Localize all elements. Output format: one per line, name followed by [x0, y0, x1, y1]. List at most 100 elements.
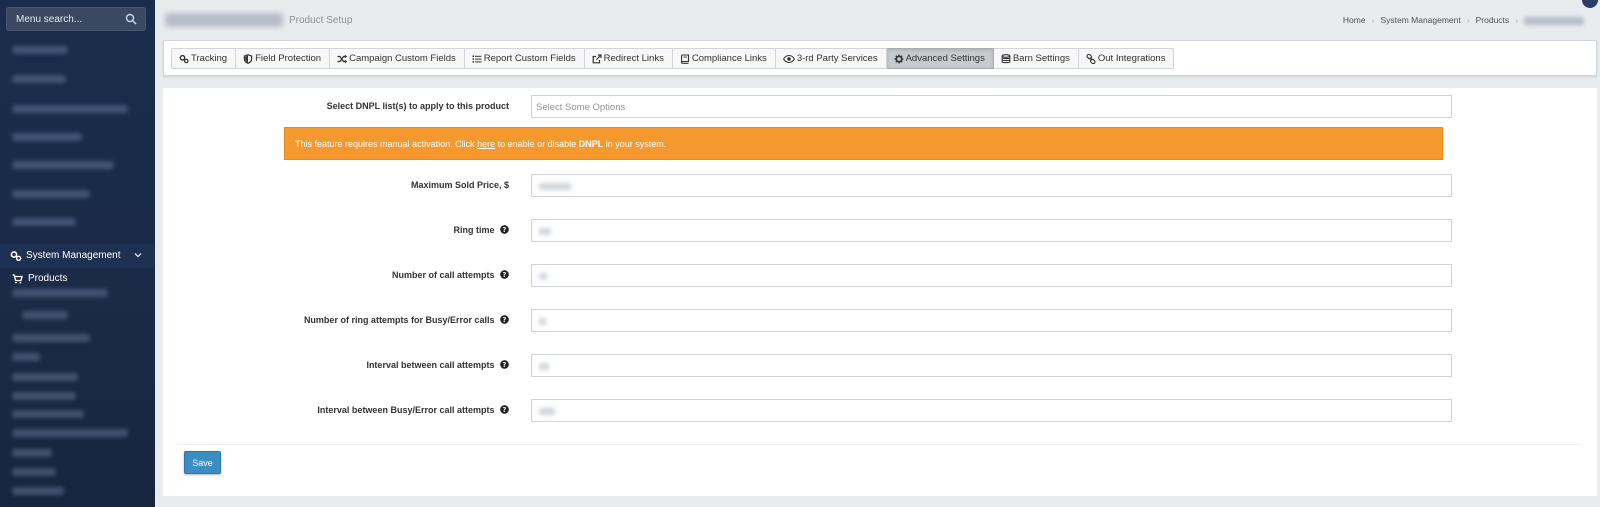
ring-attempts-busy-label: Number of ring attempts for Busy/Error c… — [304, 315, 509, 325]
book-icon — [680, 54, 689, 64]
tab-label: Advanced Settings — [905, 53, 985, 64]
link-icon — [1086, 54, 1096, 64]
help-icon[interactable]: ? — [500, 225, 509, 234]
tab-report-custom-fields[interactable]: Report Custom Fields — [464, 48, 585, 69]
shuffle-icon — [337, 54, 348, 64]
help-icon[interactable]: ? — [500, 405, 509, 414]
sidebar: Menu search... System Management Product… — [0, 0, 155, 507]
sidebar-subitem-blurred[interactable] — [12, 429, 128, 437]
blurred-value — [539, 273, 547, 280]
label-text: Number of call attempts — [391, 270, 495, 280]
form-divider — [177, 444, 1582, 445]
svg-text:?: ? — [503, 271, 507, 279]
tab-field-protection[interactable]: Field Protection — [236, 48, 331, 69]
advanced-settings-form: Select DNPL list(s) to apply to this pro… — [163, 88, 1597, 496]
tab-label: 3-rd Party Services — [796, 53, 878, 64]
help-icon[interactable]: ? — [500, 360, 509, 369]
sidebar-subitem-blurred[interactable] — [12, 289, 108, 297]
sidebar-item-blurred[interactable] — [12, 161, 114, 169]
breadcrumb-products[interactable]: Products — [1476, 15, 1510, 25]
user-avatar[interactable] — [1582, 0, 1598, 8]
tab-tracking[interactable]: Tracking — [171, 48, 237, 69]
page-title-blurred — [165, 13, 283, 27]
sidebar-item-system-management[interactable]: System Management — [0, 244, 155, 268]
breadcrumb: Home › System Management › Products › — [1343, 15, 1584, 25]
sidebar-subitem-blurred[interactable] — [12, 487, 64, 495]
help-icon[interactable]: ? — [500, 315, 509, 324]
sidebar-subitem-blurred[interactable] — [12, 392, 76, 400]
gear-icon — [894, 54, 904, 64]
sidebar-item-label: Products — [28, 273, 68, 284]
tab-out-integrations[interactable]: Out Integrations — [1078, 48, 1175, 69]
tab-label: Out Integrations — [1097, 53, 1166, 64]
sidebar-subitem-blurred[interactable] — [12, 468, 56, 476]
help-icon[interactable]: ? — [500, 270, 509, 279]
tab-compliance-links[interactable]: Compliance Links — [672, 48, 776, 69]
chevron-down-icon — [134, 253, 142, 258]
external-link-icon — [592, 54, 602, 64]
gears-icon — [179, 54, 189, 64]
sidebar-subitem-blurred[interactable] — [12, 353, 40, 361]
ring-attempts-busy-input[interactable] — [531, 309, 1452, 332]
blurred-value — [539, 408, 555, 415]
blurred-value — [539, 363, 549, 370]
tab-campaign-custom-fields[interactable]: Campaign Custom Fields — [330, 48, 465, 69]
ring-time-label: Ring time ? — [453, 225, 509, 235]
call-attempts-input[interactable] — [531, 264, 1452, 287]
alert-text-after: in your system. — [605, 139, 667, 149]
sidebar-subitem-blurred[interactable] — [12, 334, 90, 342]
sidebar-item-blurred[interactable] — [12, 46, 68, 54]
label-text: Number of ring attempts for Busy/Error c… — [303, 315, 495, 325]
list-icon — [472, 55, 482, 63]
svg-text:?: ? — [503, 361, 507, 369]
cart-icon — [12, 274, 23, 284]
sidebar-item-blurred[interactable] — [12, 190, 90, 198]
svg-text:?: ? — [503, 316, 507, 324]
interval-call-attempts-input[interactable] — [531, 354, 1452, 377]
sidebar-item-blurred[interactable] — [12, 218, 76, 226]
alert-dnpl-bold: DNPL — [578, 139, 604, 149]
max-sold-price-input[interactable] — [531, 174, 1452, 197]
save-button[interactable]: Save — [184, 451, 221, 474]
sidebar-item-blurred[interactable] — [12, 133, 82, 141]
page-header: Product Setup Home › System Management › Pro… — [155, 0, 1600, 40]
database-icon — [1001, 54, 1011, 64]
label-text: Interval between call attempts — [366, 360, 495, 370]
sidebar-subitem-blurred[interactable] — [12, 410, 84, 418]
breadcrumb-home[interactable]: Home — [1343, 15, 1366, 25]
tab-label: Campaign Custom Fields — [349, 53, 456, 64]
ring-time-input[interactable] — [531, 219, 1452, 242]
label-text: Ring time — [453, 225, 495, 235]
tab-label: Report Custom Fields — [483, 53, 576, 64]
dnpl-activation-alert: This feature requires manual activation.… — [284, 127, 1443, 160]
sidebar-subitem-blurred[interactable] — [12, 449, 52, 457]
sidebar-item-products[interactable]: Products — [0, 271, 155, 287]
alert-text-middle: to enable or disable — [497, 139, 577, 149]
blurred-value — [539, 183, 571, 190]
dnpl-list-select[interactable]: Select Some Options — [531, 95, 1452, 118]
interval-busy-attempts-input[interactable] — [531, 399, 1452, 422]
label-text: Maximum Sold Price, $ — [410, 180, 509, 190]
tab-redirect-links[interactable]: Redirect Links — [584, 48, 673, 69]
menu-search-input[interactable]: Menu search... — [6, 7, 146, 31]
sidebar-item-label: System Management — [26, 250, 121, 261]
sidebar-subitem-blurred[interactable] — [12, 373, 78, 381]
menu-search-placeholder: Menu search... — [16, 14, 83, 25]
search-icon[interactable] — [125, 13, 137, 25]
label-text: Interval between Busy/Error call attempt… — [317, 405, 495, 415]
tab-label: Compliance Links — [691, 53, 767, 64]
breadcrumb-system-management[interactable]: System Management — [1380, 15, 1460, 25]
gears-icon — [10, 251, 22, 262]
sidebar-item-blurred[interactable] — [12, 105, 128, 113]
label-text: Select DNPL list(s) to apply to this pro… — [326, 101, 509, 111]
max-sold-price-label: Maximum Sold Price, $ — [411, 180, 509, 190]
tab-barn-settings[interactable]: Barn Settings — [993, 48, 1079, 69]
settings-tabs-bar: Tracking Field Protection Campaign Custo… — [163, 40, 1597, 76]
tab-3rd-party-services[interactable]: 3-rd Party Services — [775, 48, 887, 69]
tab-advanced-settings[interactable]: Advanced Settings — [886, 48, 994, 69]
page-subtitle: Product Setup — [289, 15, 353, 26]
eye-icon — [782, 54, 795, 64]
sidebar-subitem-blurred[interactable] — [22, 311, 68, 319]
sidebar-item-blurred[interactable] — [12, 75, 66, 83]
enable-dnpl-link[interactable]: here — [477, 139, 495, 149]
